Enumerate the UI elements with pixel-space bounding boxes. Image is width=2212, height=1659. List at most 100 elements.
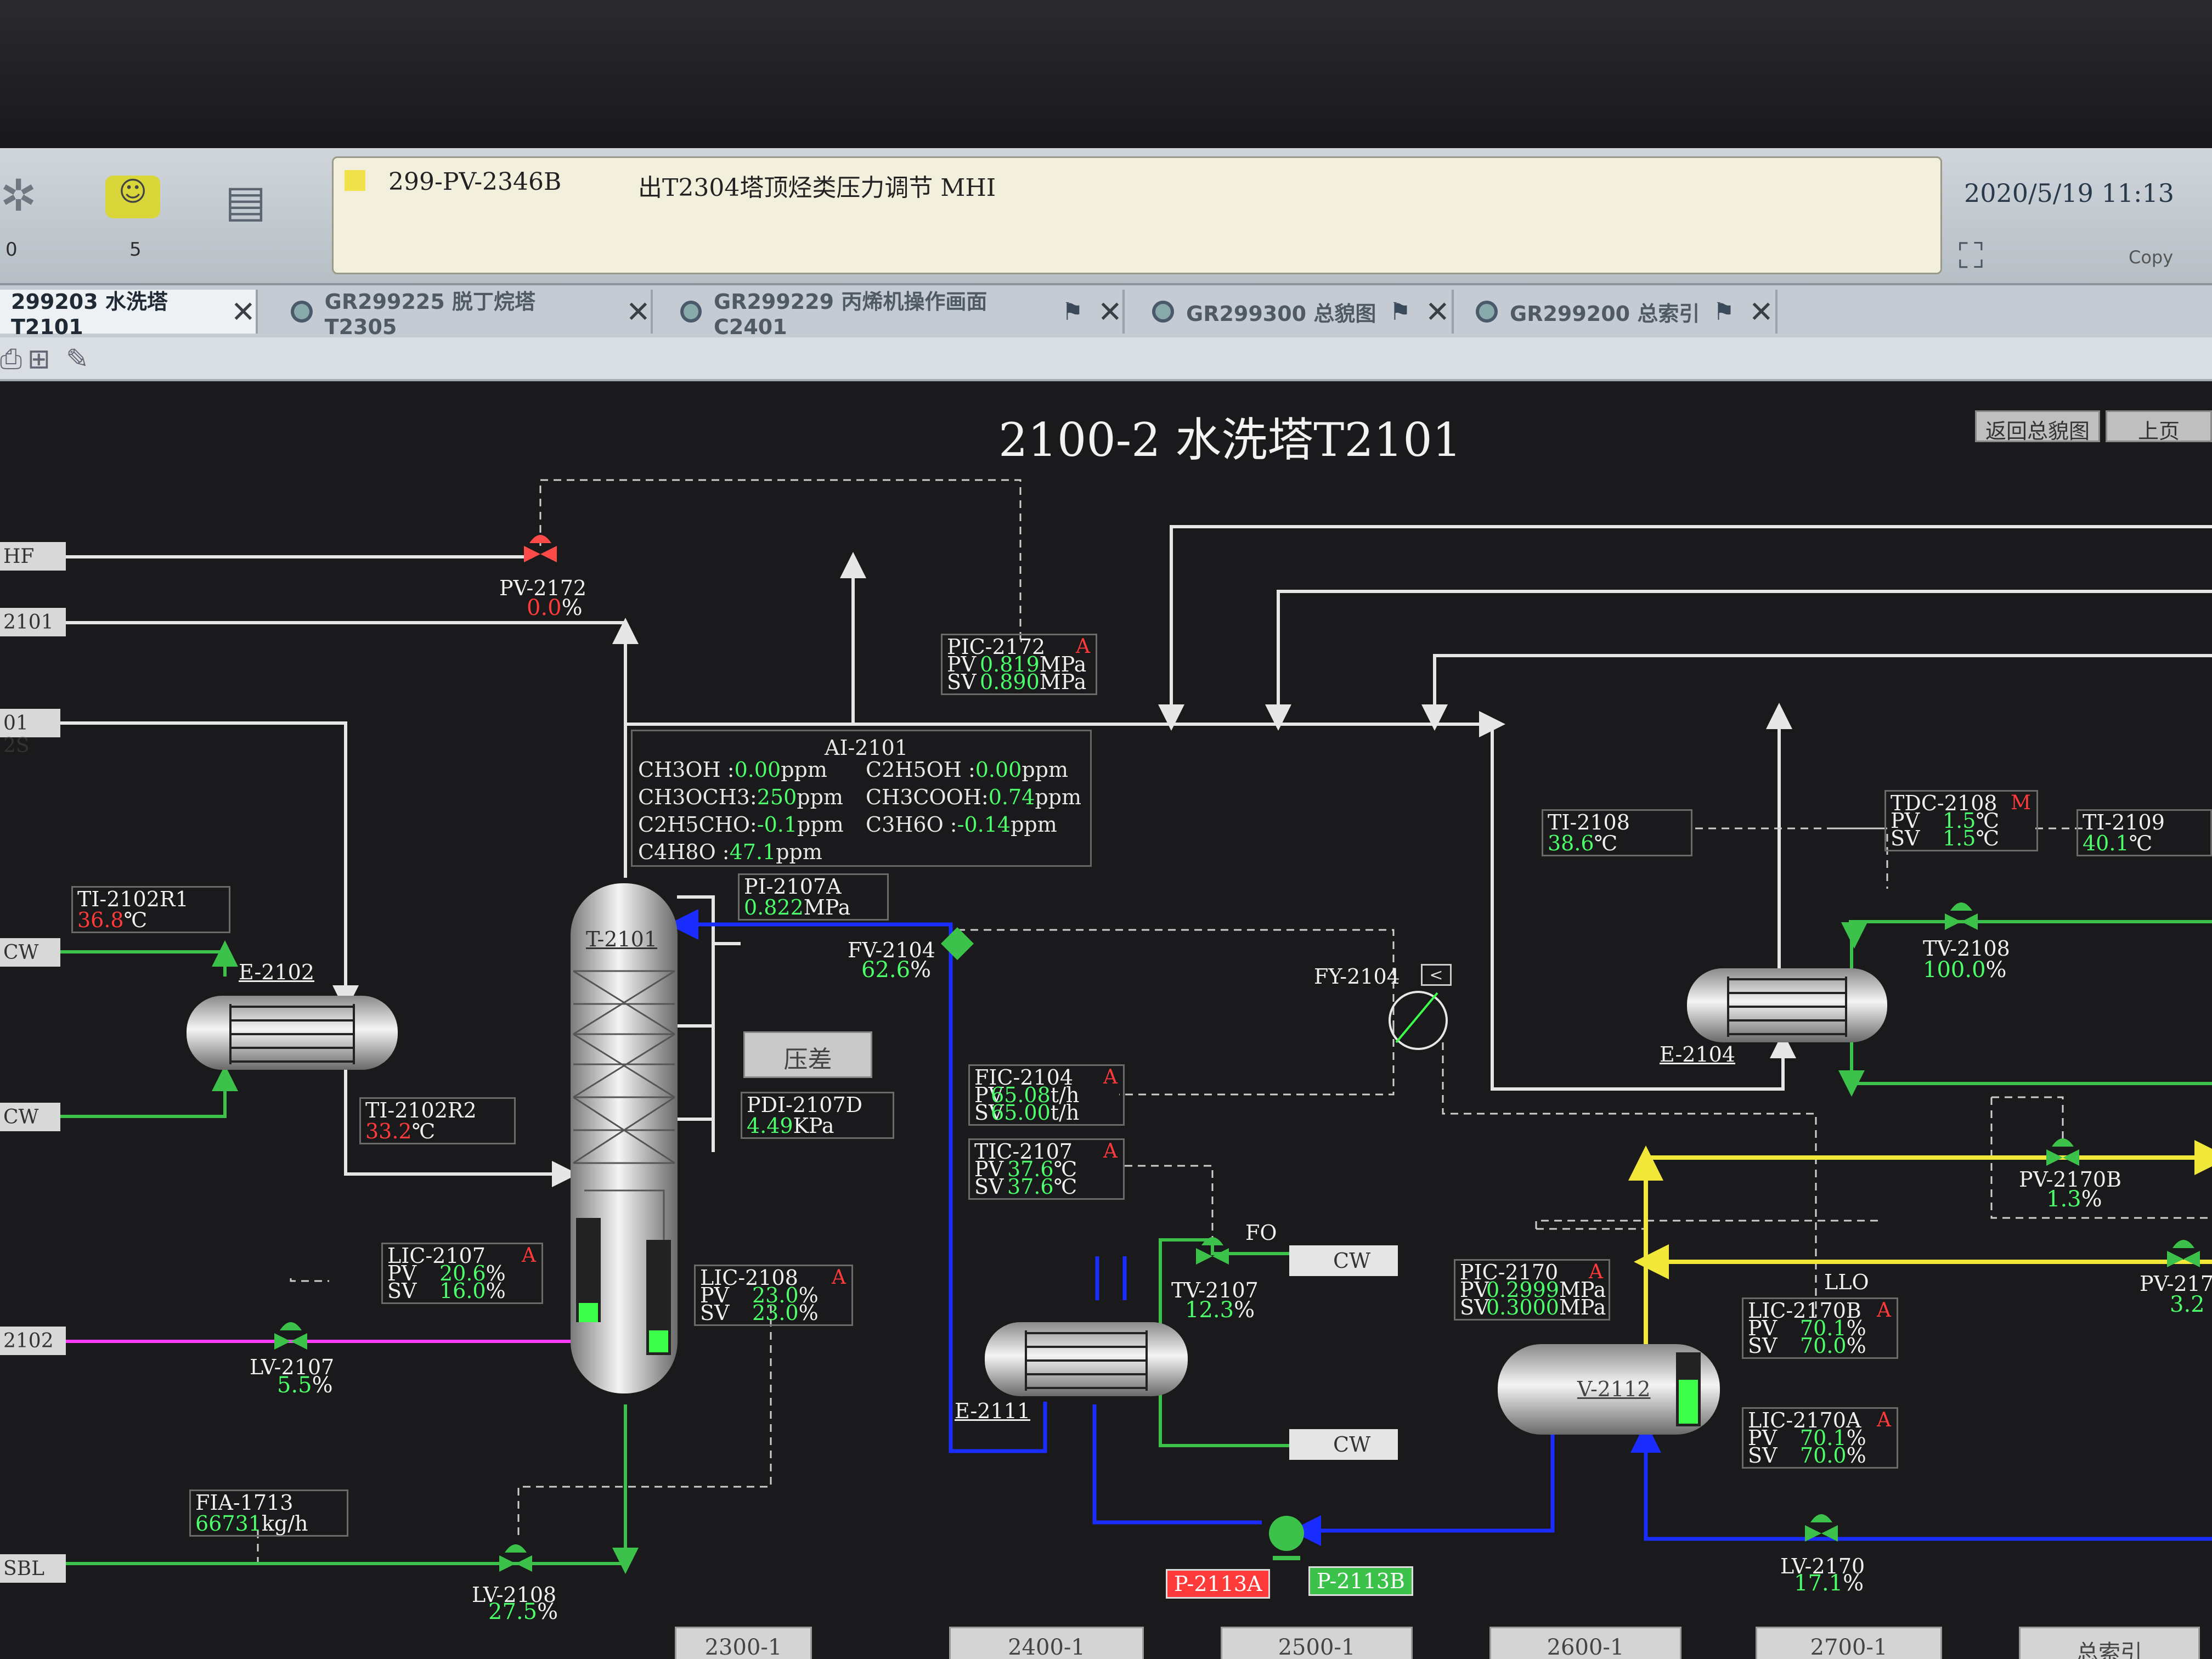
fia1713-tag: FIA-1713 bbox=[195, 1491, 294, 1515]
tic2107-alarm: A bbox=[1103, 1140, 1118, 1163]
pv2172-value: 0.0% bbox=[527, 595, 583, 620]
unit: MPa bbox=[803, 895, 851, 919]
diff-pressure-button[interactable]: 压差 bbox=[743, 1031, 872, 1078]
ai-item: C3H6O :-0.14ppm bbox=[866, 812, 1057, 837]
sv-label: SV bbox=[974, 1175, 1004, 1199]
tic2107-faceplate[interactable]: TIC-2107 A PV 37.6 ℃ SV 37.6 ℃ bbox=[968, 1138, 1125, 1200]
inlet-2101[interactable]: 2101 bbox=[0, 608, 66, 636]
fic2104-faceplate[interactable]: FIC-2104 A PV 65.08 t/h SV 65.00 t/h bbox=[968, 1064, 1125, 1126]
valve-lv2107 bbox=[274, 1322, 307, 1350]
pump-p2113b-button[interactable]: P-2113B bbox=[1308, 1566, 1413, 1596]
valve-lv2108 bbox=[499, 1544, 532, 1572]
ti2108-tag: TI-2108 bbox=[1548, 810, 1630, 834]
lic2107-alarm: A bbox=[522, 1244, 536, 1267]
pump-p2113a-button[interactable]: P-2113A bbox=[1166, 1569, 1271, 1599]
inlet-2102[interactable]: 2102 bbox=[0, 1327, 66, 1355]
lic2170a-alarm: A bbox=[1877, 1409, 1891, 1431]
exchanger-e2111 bbox=[985, 1322, 1188, 1396]
sv-label: SV bbox=[1748, 1334, 1778, 1358]
ti2102r1-faceplate[interactable]: TI-2102R1 36.8℃ bbox=[71, 886, 230, 933]
sv-label: SV bbox=[1748, 1443, 1778, 1468]
pdi2107d-value: 4.49 bbox=[747, 1114, 793, 1138]
unit: % bbox=[486, 1279, 506, 1303]
sv-label: SV bbox=[947, 670, 977, 694]
lic2107-sv: 16.0 bbox=[439, 1279, 486, 1303]
lv2108-value: 27.5% bbox=[488, 1599, 558, 1624]
tv2108-value: 100.0% bbox=[1923, 957, 2007, 983]
lic2170b-alarm: A bbox=[1877, 1299, 1891, 1322]
tic2107-sv: 37.6 bbox=[1007, 1175, 1054, 1199]
nav-2700-1[interactable]: 2700-1 bbox=[1756, 1627, 1942, 1659]
cw-inlet[interactable]: CW bbox=[1289, 1429, 1398, 1460]
ti2102r2-faceplate[interactable]: TI-2102R2 33.2℃ bbox=[359, 1097, 516, 1144]
unit: % bbox=[1846, 1443, 1866, 1468]
exchanger-e2102 bbox=[187, 996, 398, 1070]
e2111-label[interactable]: E-2111 bbox=[955, 1399, 1030, 1423]
ai-item: C2H5CHO:-0.1ppm bbox=[638, 812, 844, 837]
pdi2107d-faceplate[interactable]: PDI-2107D 4.49KPa bbox=[741, 1092, 894, 1139]
pi2107a-faceplate[interactable]: PI-2107A 0.822MPa bbox=[738, 873, 889, 921]
sv-label: SV bbox=[974, 1101, 1004, 1125]
lic2170a-faceplate[interactable]: LIC-2170A A PV 70.1% SV 70.0% bbox=[1742, 1407, 1898, 1469]
v2112-label[interactable]: V-2112 bbox=[1577, 1377, 1651, 1401]
column-t2101 bbox=[571, 883, 678, 1393]
pic2170-faceplate[interactable]: PIC-2170 A PV 0.2999 MPa SV 0.3000 MPa bbox=[1454, 1259, 1610, 1321]
pi2107a-value: 0.822 bbox=[744, 895, 804, 919]
e2104-label[interactable]: E-2104 bbox=[1660, 1042, 1735, 1066]
fia1713-value: 66731 bbox=[195, 1511, 262, 1536]
unit: kg/h bbox=[261, 1511, 308, 1536]
nav-2400-1[interactable]: 2400-1 bbox=[949, 1627, 1144, 1659]
back-to-overview-button[interactable]: 返回总貌图 bbox=[1975, 410, 2101, 443]
ti2108-faceplate[interactable]: TI-2108 38.6℃ bbox=[1542, 809, 1692, 856]
sv-label: SV bbox=[387, 1279, 417, 1303]
ai-item: C4H8O :47.1ppm bbox=[638, 840, 822, 864]
e2102-label[interactable]: E-2102 bbox=[239, 960, 314, 984]
t2101-label[interactable]: T-2101 bbox=[586, 927, 657, 951]
nav-2300-1[interactable]: 2300-1 bbox=[675, 1627, 812, 1659]
fv2104-value: 62.6% bbox=[861, 957, 932, 983]
ti2108-value: 38.6 bbox=[1548, 831, 1594, 855]
cw-outlet[interactable]: CW bbox=[1289, 1245, 1398, 1276]
nav-2500-1[interactable]: 2500-1 bbox=[1221, 1627, 1413, 1659]
unit: MPa bbox=[1559, 1295, 1606, 1319]
lic2170b-faceplate[interactable]: LIC-2170B A PV 70.1% SV 70.0% bbox=[1742, 1297, 1898, 1359]
valve-fv2104 bbox=[941, 927, 974, 960]
pic2172-sv: 0.890 bbox=[980, 670, 1040, 694]
pic2172-faceplate[interactable]: PIC-2172 A PV 0.819 MPa SV 0.890 MPa bbox=[941, 634, 1097, 695]
ai-item: CH3COOH:0.74ppm bbox=[866, 785, 1082, 809]
unit: ℃ bbox=[1976, 826, 1999, 850]
prev-page-button[interactable]: 上页 bbox=[2106, 410, 2212, 443]
pv2170b-value: 1.3% bbox=[2046, 1187, 2102, 1212]
fic2104-sv: 65.00 bbox=[991, 1101, 1051, 1125]
inlet-cw-1[interactable]: CW bbox=[0, 938, 60, 967]
exchanger-e2104 bbox=[1687, 968, 1887, 1042]
unit: ℃ bbox=[1594, 831, 1618, 855]
pv2170-value: 3.2 bbox=[2170, 1292, 2205, 1317]
ai2101-analyzer[interactable]: AI-2101 CH3OH :0.00ppm C2H5OH :0.00ppm C… bbox=[631, 730, 1092, 867]
tdc2108-alarm: M bbox=[2011, 792, 2031, 814]
inlet-sbl[interactable]: SBL bbox=[0, 1554, 66, 1583]
ti2109-tag: TI-2109 bbox=[2083, 810, 2165, 834]
sv-label: SV bbox=[1460, 1295, 1489, 1319]
nav-2600-1[interactable]: 2600-1 bbox=[1489, 1627, 1681, 1659]
lv2107-value: 5.5% bbox=[277, 1373, 333, 1398]
tdc2108-faceplate[interactable]: TDC-2108 M PV 1.5 ℃ SV 1.5 ℃ bbox=[1884, 790, 2038, 851]
ti2102r2-value: 33.2 bbox=[365, 1119, 412, 1143]
tdc2108-sv: 1.5 bbox=[1943, 826, 1976, 850]
nav-index[interactable]: 总索引 bbox=[2019, 1627, 2200, 1659]
fic2104-alarm: A bbox=[1103, 1066, 1118, 1088]
unit: MPa bbox=[1039, 670, 1087, 694]
ti2109-faceplate[interactable]: TI-2109 40.1℃ bbox=[2076, 809, 2212, 856]
pic2172-alarm: A bbox=[1076, 635, 1090, 658]
lic2107-faceplate[interactable]: LIC-2107 A PV 20.6% SV 16.0% bbox=[381, 1243, 543, 1304]
inlet-cw-2[interactable]: CW bbox=[0, 1103, 60, 1131]
fia1713-faceplate[interactable]: FIA-1713 66731kg/h bbox=[189, 1489, 348, 1537]
lic2108-faceplate[interactable]: LIC-2108 A PV 23.0% SV 23.0% bbox=[694, 1265, 853, 1326]
inlet-hf[interactable]: HF bbox=[0, 542, 66, 571]
inlet-2s[interactable]: 01 2S bbox=[0, 709, 60, 757]
fy2104-tag[interactable]: FY-2104 bbox=[1314, 964, 1400, 989]
ti2102r1-value: 36.8 bbox=[77, 908, 124, 932]
fy2104-popup-button[interactable]: < bbox=[1421, 964, 1452, 986]
lv2170-value: 17.1% bbox=[1794, 1571, 1864, 1596]
lic2170a-sv: 70.0 bbox=[1800, 1443, 1847, 1468]
